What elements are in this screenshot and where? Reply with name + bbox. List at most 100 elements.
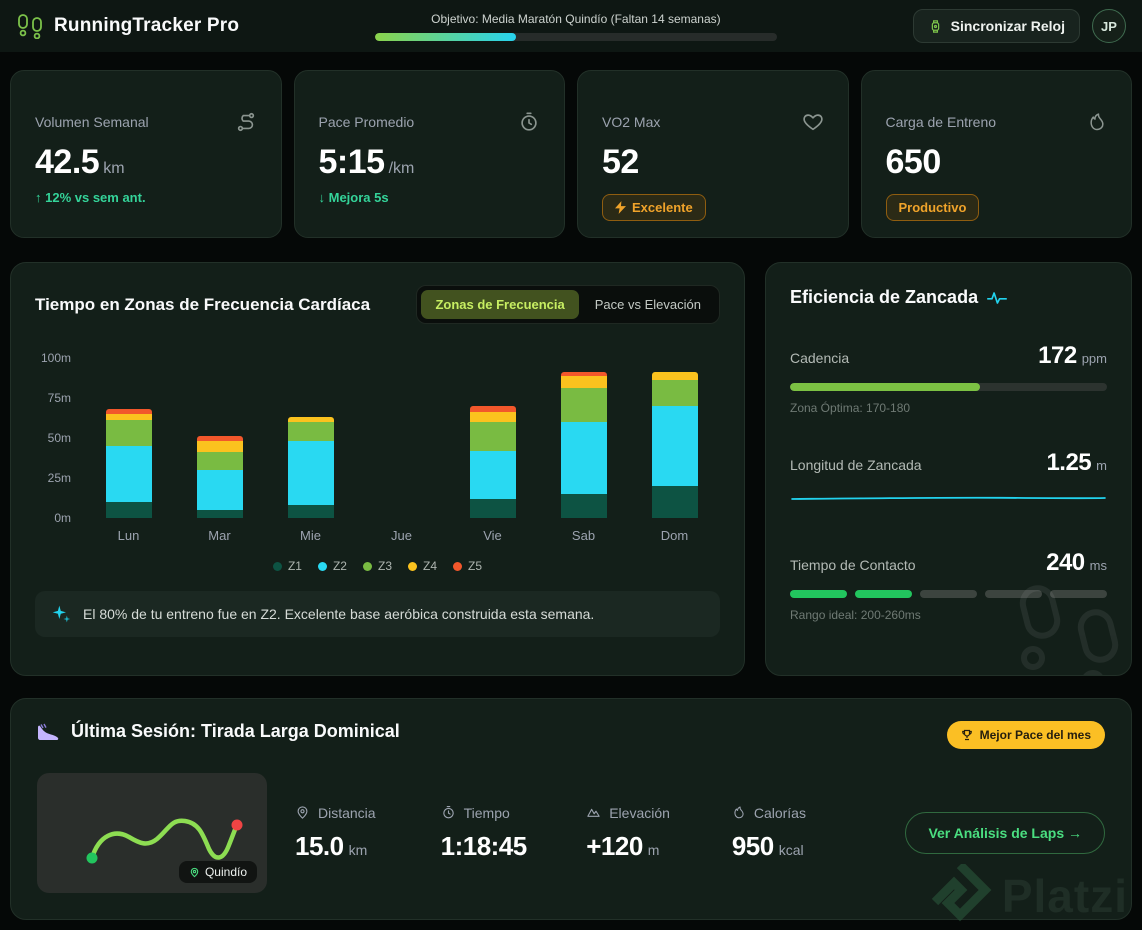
- sparkles-icon: [51, 604, 71, 624]
- bar-segment-z2: [469, 450, 516, 499]
- x-axis-label: Lun: [117, 528, 140, 543]
- cadence-bar-fill: [790, 383, 981, 391]
- metric-value: 240: [1046, 549, 1085, 576]
- panel-title: Eficiencia de Zancada: [790, 287, 979, 307]
- bar-segment-z1: [651, 486, 698, 518]
- stacked-bar-chart: 0m 25m 50m 75m 100m Lun Mar Mie Jue Vie Sab Dom: [35, 351, 720, 543]
- badge-label: Excelente: [632, 200, 693, 215]
- contact-segment: [790, 590, 847, 598]
- y-tick-label: 100m: [40, 351, 71, 365]
- session-stat-calories: Calorías 950 kcal: [732, 805, 878, 862]
- bar-column-lun: Lun: [83, 358, 174, 543]
- x-axis-label: Sab: [571, 528, 596, 543]
- metric-unit: m: [1096, 458, 1107, 473]
- stat-label: Volumen Semanal: [35, 114, 149, 130]
- stat-card-training-load: Carga de Entreno 650 Productivo: [860, 70, 1132, 238]
- bar-segment-z1: [560, 494, 607, 518]
- stride-length-line: [791, 496, 1106, 500]
- stat-unit: kcal: [778, 841, 804, 858]
- stopwatch-icon: [518, 111, 540, 133]
- stat-value: 15.0: [295, 830, 344, 861]
- stat-label: Tiempo: [463, 804, 510, 821]
- stat-cards-row: Volumen Semanal 42.5 km ↑ 12% vs sem ant…: [10, 70, 1132, 238]
- objective-progress-fill: [374, 32, 516, 41]
- insight-text: El 80% de tu entreno fue en Z2. Excelent…: [83, 606, 595, 622]
- bar-column-jue: Jue: [356, 358, 447, 543]
- view-laps-button[interactable]: Ver Análisis de Laps →: [905, 812, 1105, 854]
- lightning-icon: [615, 201, 626, 214]
- legend-item-z2: Z2: [317, 559, 347, 573]
- stat-value: 5:15: [318, 143, 386, 181]
- bar-segment-z2: [196, 470, 243, 510]
- legend-dot: [408, 561, 417, 571]
- session-title: Última Sesión: Tirada Larga Dominical: [71, 721, 400, 741]
- bar-segment-z2: [560, 422, 607, 494]
- app-header: RunningTracker Pro Objetivo: Media Marat…: [0, 0, 1142, 52]
- legend-item-z3: Z3: [362, 559, 392, 573]
- bar-column-mar: Mar: [174, 358, 265, 543]
- bar-segment-z1: [105, 502, 152, 518]
- y-tick-label: 50m: [47, 431, 71, 445]
- chart-view-toggle: Zonas de Frecuencia Pace vs Elevación: [416, 285, 720, 324]
- flame-icon: [732, 805, 746, 820]
- objective-label: Objetivo: Media Maratón Quindío (Faltan …: [431, 11, 721, 26]
- toggle-pace-elevacion[interactable]: Pace vs Elevación: [581, 290, 715, 319]
- stat-unit: km: [348, 841, 368, 858]
- bar-column-mie: Mie: [265, 358, 356, 543]
- watch-icon: [928, 19, 943, 34]
- stat-label: Elevación: [609, 804, 670, 821]
- stat-value: 650: [885, 143, 942, 181]
- stat-value: 42.5: [35, 143, 100, 181]
- session-stat-time: Tiempo 1:18:45: [441, 805, 587, 862]
- bar-segment-z2: [651, 406, 698, 486]
- session-stat-elevation: Elevación +120 m: [586, 805, 732, 862]
- running-shoe-icon: [37, 722, 61, 742]
- badge-label: Mejor Pace del mes: [979, 728, 1091, 742]
- last-session-panel: Última Sesión: Tirada Larga Dominical Me…: [10, 698, 1132, 920]
- bar-segment-z3: [469, 422, 516, 451]
- bar-segment-z1: [469, 498, 516, 518]
- legend-dot: [362, 561, 372, 571]
- bar-segment-z4: [196, 441, 243, 453]
- sync-watch-label: Sincronizar Reloj: [950, 18, 1065, 34]
- metric-label: Cadencia: [790, 350, 850, 366]
- app-title: RunningTracker Pro: [54, 15, 240, 36]
- objective-progress: Objetivo: Media Maratón Quindío (Faltan …: [263, 12, 888, 41]
- avatar[interactable]: JP: [1092, 9, 1126, 43]
- stat-label: VO2 Max: [602, 114, 661, 130]
- legend-dot: [317, 561, 327, 571]
- session-stat-distance: Distancia 15.0 km: [295, 805, 441, 862]
- badge-label: Productivo: [898, 200, 967, 215]
- bar-column-dom: Dom: [629, 358, 720, 543]
- metric-value: 172: [1038, 342, 1077, 369]
- toggle-zonas-frecuencia[interactable]: Zonas de Frecuencia: [421, 290, 579, 319]
- metric-value: 1.25: [1046, 449, 1092, 476]
- metric-label: Longitud de Zancada: [790, 457, 922, 473]
- bar-segment-z3: [196, 452, 243, 470]
- stopwatch-icon: [441, 805, 456, 820]
- flame-icon: [1087, 111, 1107, 133]
- stat-label: Pace Promedio: [318, 114, 415, 130]
- bar-segment-z3: [560, 388, 607, 422]
- route-icon: [235, 111, 257, 133]
- bar-segment-z2: [105, 446, 152, 502]
- stride-efficiency-panel: Eficiencia de Zancada Cadencia 172 ppm Z…: [765, 262, 1132, 676]
- stat-trend: ↑ 12% vs sem ant.: [35, 190, 146, 205]
- stat-value: 52: [602, 143, 639, 181]
- legend-dot: [453, 561, 463, 571]
- metric-label: Tiempo de Contacto: [790, 557, 916, 573]
- bar-segment-z4: [469, 412, 516, 423]
- cadence-bar-track: [790, 383, 1107, 391]
- stat-value: 1:18:45: [440, 830, 528, 861]
- best-pace-badge: Mejor Pace del mes: [946, 721, 1105, 749]
- sync-watch-button[interactable]: Sincronizar Reloj: [912, 9, 1080, 43]
- app-logo: RunningTracker Pro: [16, 13, 239, 39]
- objective-progress-track: [374, 32, 777, 41]
- route-map-thumbnail[interactable]: Quindío: [37, 773, 267, 893]
- x-axis-label: Jue: [391, 528, 412, 543]
- insight-banner: El 80% de tu entreno fue en Z2. Excelent…: [35, 591, 720, 637]
- bar-segment-z1: [287, 505, 334, 518]
- bar-plot: Lun Mar Mie Jue Vie Sab Dom: [83, 358, 720, 543]
- metric-cadence: Cadencia 172 ppm Zona Óptima: 170-180: [790, 342, 1107, 415]
- stat-card-avg-pace: Pace Promedio 5:15 /km ↓ Mejora 5s: [293, 70, 565, 238]
